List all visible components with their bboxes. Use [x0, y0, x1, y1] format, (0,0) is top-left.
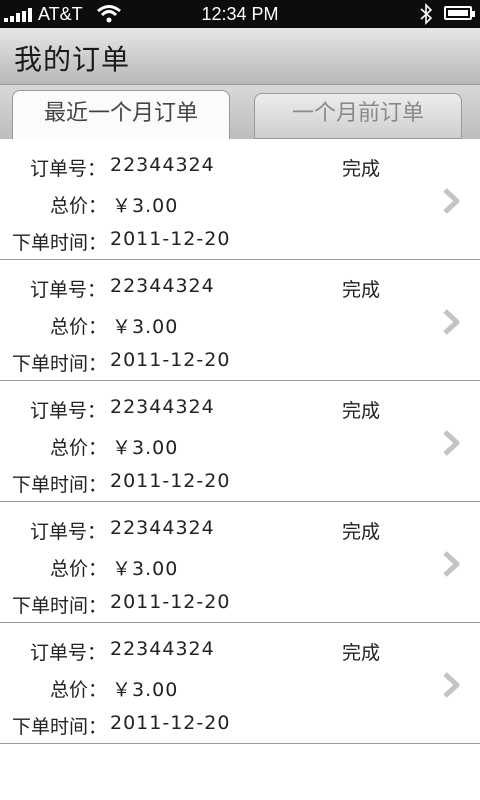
order-status: 完成 [342, 521, 381, 543]
total-price: ￥3.00 [112, 437, 179, 459]
order-time-label: 下单时间： [12, 595, 108, 617]
order-row[interactable]: 订单号： 22344324 完成 总价： ￥3.00 下单时间： 2011-12… [0, 623, 480, 744]
tab-bar: 最近一个月订单 一个月前订单 [0, 85, 480, 140]
tab-recent-month[interactable]: 最近一个月订单 [12, 90, 230, 140]
page-title: 我的订单 [14, 43, 131, 76]
order-no-value: 22344324 [110, 275, 215, 297]
total-label: 总价： [50, 437, 108, 459]
order-row[interactable]: 订单号： 22344324 完成 总价： ￥3.00 下单时间： 2011-12… [0, 260, 480, 381]
order-status: 完成 [342, 158, 381, 180]
order-time-label: 下单时间： [12, 353, 108, 375]
chevron-right-icon[interactable] [440, 308, 462, 336]
order-time-value: 2011-12-20 [110, 470, 231, 492]
order-no-label: 订单号： [30, 400, 107, 422]
order-time-value: 2011-12-20 [110, 228, 231, 250]
total-label: 总价： [50, 316, 108, 338]
clock: 12:34 PM [201, 4, 279, 24]
order-no-value: 22344324 [110, 517, 215, 539]
order-no-value: 22344324 [110, 396, 215, 418]
chevron-right-icon[interactable] [440, 429, 462, 457]
order-no-label: 订单号： [30, 279, 107, 301]
order-time-label: 下单时间： [12, 474, 108, 496]
chevron-right-icon[interactable] [440, 550, 462, 578]
total-label: 总价： [50, 195, 108, 217]
order-no-label: 订单号： [30, 642, 107, 664]
total-label: 总价： [50, 679, 108, 701]
order-time-value: 2011-12-20 [110, 591, 231, 613]
status-bar: AT&T 12:34 PM [0, 0, 480, 28]
order-row[interactable]: 订单号： 22344324 完成 总价： ￥3.00 下单时间： 2011-12… [0, 139, 480, 260]
chevron-right-icon[interactable] [440, 187, 462, 215]
order-status: 完成 [342, 642, 381, 664]
order-time-value: 2011-12-20 [110, 712, 231, 734]
order-no-value: 22344324 [110, 154, 215, 176]
order-time-label: 下单时间： [12, 232, 108, 254]
title-bar: 我的订单 [0, 28, 480, 85]
total-label: 总价： [50, 558, 108, 580]
total-price: ￥3.00 [112, 316, 179, 338]
order-time-value: 2011-12-20 [110, 349, 231, 371]
order-list: 订单号： 22344324 完成 总价： ￥3.00 下单时间： 2011-12… [0, 139, 480, 744]
order-status: 完成 [342, 279, 381, 301]
order-row[interactable]: 订单号： 22344324 完成 总价： ￥3.00 下单时间： 2011-12… [0, 381, 480, 502]
order-time-label: 下单时间： [12, 716, 108, 738]
total-price: ￥3.00 [112, 679, 179, 701]
order-no-label: 订单号： [30, 521, 107, 543]
total-price: ￥3.00 [112, 558, 179, 580]
order-row[interactable]: 订单号： 22344324 完成 总价： ￥3.00 下单时间： 2011-12… [0, 502, 480, 623]
bluetooth-icon [420, 3, 432, 25]
tab-older-than-month[interactable]: 一个月前订单 [254, 93, 462, 139]
order-no-label: 订单号： [30, 158, 107, 180]
order-no-value: 22344324 [110, 638, 215, 660]
order-status: 完成 [342, 400, 381, 422]
battery-icon [444, 6, 475, 20]
chevron-right-icon[interactable] [440, 671, 462, 699]
total-price: ￥3.00 [112, 195, 179, 217]
